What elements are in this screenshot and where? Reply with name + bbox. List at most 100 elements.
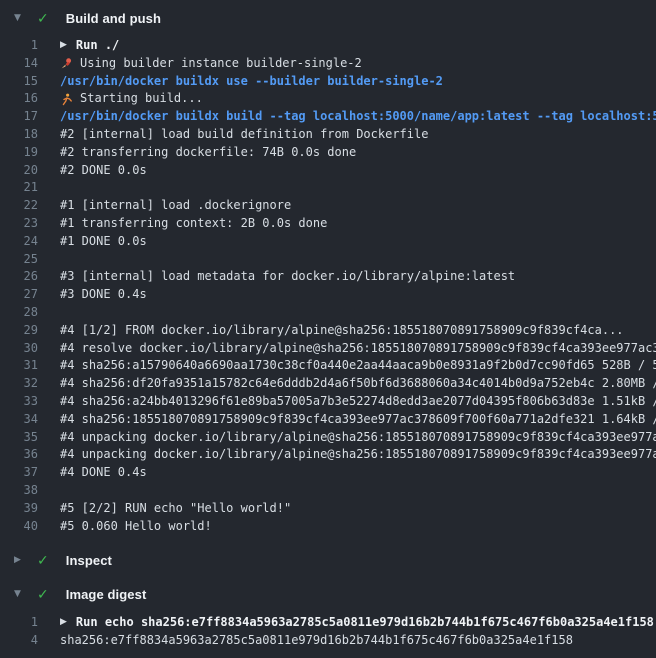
step-header-inspect[interactable]: ▶✓Inspect xyxy=(0,543,656,577)
check-success-icon: ✓ xyxy=(37,11,49,25)
log-line: 31 #4 sha256:a15790640a6690aa1730c38cf0a4… xyxy=(0,357,656,375)
log-text-content: #4 sha256:a15790640a6690aa1730c38cf0a440… xyxy=(60,357,656,375)
log-text: Using builder instance builder-single-2 xyxy=(60,55,362,73)
line-number[interactable]: 1 xyxy=(0,614,38,632)
log-text-content: #2 [internal] load build definition from… xyxy=(60,126,428,144)
log-line: 4 sha256:e7ff8834a5963a2785c5a0811e979d16… xyxy=(0,632,656,650)
line-number[interactable]: 35 xyxy=(0,429,38,447)
log-text: #3 [internal] load metadata for docker.i… xyxy=(60,268,515,286)
expand-arrow-icon[interactable]: ▶ xyxy=(60,614,67,632)
log-text-content: #4 sha256:a24bb4013296f61e89ba57005a7b3e… xyxy=(60,393,656,411)
line-number[interactable]: 25 xyxy=(0,251,38,269)
log-line: 21 xyxy=(0,179,656,197)
log-text: #2 DONE 0.0s xyxy=(60,162,147,180)
log-text-content: #4 unpacking docker.io/library/alpine@sh… xyxy=(60,429,656,447)
log-text-content: #5 0.060 Hello world! xyxy=(60,518,212,536)
step-title: Build and push xyxy=(66,11,161,26)
log-line: 1 ▶ Run ./ xyxy=(0,37,656,55)
chevron-right-icon[interactable]: ▶ xyxy=(14,556,28,565)
pushpin-icon xyxy=(60,57,73,70)
line-number[interactable]: 26 xyxy=(0,268,38,286)
line-number[interactable]: 23 xyxy=(0,215,38,233)
line-number[interactable]: 29 xyxy=(0,322,38,340)
line-number[interactable]: 31 xyxy=(0,357,38,375)
line-number[interactable]: 1 xyxy=(0,37,38,55)
log-text: /usr/bin/docker buildx build --tag local… xyxy=(60,108,656,126)
line-number[interactable]: 32 xyxy=(0,375,38,393)
line-number[interactable]: 39 xyxy=(0,500,38,518)
log-line: 24 #1 DONE 0.0s xyxy=(0,233,656,251)
log-text-content: #2 transferring dockerfile: 74B 0.0s don… xyxy=(60,144,356,162)
line-number[interactable]: 40 xyxy=(0,518,38,536)
log-line: 15/usr/bin/docker buildx use --builder b… xyxy=(0,73,656,91)
log-text-content: #4 unpacking docker.io/library/alpine@sh… xyxy=(60,446,656,464)
chevron-down-icon[interactable]: ▼ xyxy=(14,14,28,23)
log-text-content: #4 DONE 0.4s xyxy=(60,464,147,482)
workflow-log-panel: ▼✓Build and push1▶Run ./14Using builder … xyxy=(0,0,656,650)
log-text: #1 DONE 0.0s xyxy=(60,233,147,251)
line-number[interactable]: 20 xyxy=(0,162,38,180)
line-number[interactable]: 28 xyxy=(0,304,38,322)
expand-arrow-icon[interactable]: ▶ xyxy=(60,37,67,55)
log-text: #4 [1/2] FROM docker.io/library/alpine@s… xyxy=(60,322,624,340)
check-success-icon: ✓ xyxy=(37,587,49,601)
log-text: Starting build... xyxy=(60,90,203,108)
log-text: #5 [2/2] RUN echo "Hello world!" xyxy=(60,500,291,518)
line-number[interactable]: 27 xyxy=(0,286,38,304)
line-number[interactable]: 30 xyxy=(0,340,38,358)
check-success-icon: ✓ xyxy=(37,553,49,567)
log-line: 25 xyxy=(0,251,656,269)
line-number[interactable]: 16 xyxy=(0,90,38,108)
log-line: 23#1 transferring context: 2B 0.0s done xyxy=(0,215,656,233)
log-line: 19 #2 transferring dockerfile: 74B 0.0s d… xyxy=(0,144,656,162)
chevron-down-icon[interactable]: ▼ xyxy=(14,590,28,599)
log-line: 1 ▶Run echo sha256:e7ff8834a5963a2785c5a0… xyxy=(0,614,656,632)
log-text-content: #3 [internal] load metadata for docker.i… xyxy=(60,268,515,286)
log-text: #4 DONE 0.4s xyxy=(60,464,147,482)
log-text: #4 sha256:a15790640a6690aa1730c38cf0a440… xyxy=(60,357,656,375)
line-number[interactable]: 19 xyxy=(0,144,38,162)
log-text-content: Run ./ xyxy=(76,37,119,55)
log-line: 22 #1 [internal] load .dockerignore xyxy=(0,197,656,215)
log-text: ▶Run echo sha256:e7ff8834a5963a2785c5a08… xyxy=(60,614,654,632)
log-line: 37 #4 DONE 0.4s xyxy=(0,464,656,482)
line-number[interactable]: 15 xyxy=(0,73,38,91)
log-text-content: #1 [internal] load .dockerignore xyxy=(60,197,291,215)
log-text-content: #3 DONE 0.4s xyxy=(60,286,147,304)
line-number[interactable]: 24 xyxy=(0,233,38,251)
line-number[interactable]: 4 xyxy=(0,632,38,650)
line-number[interactable]: 22 xyxy=(0,197,38,215)
line-number[interactable]: 37 xyxy=(0,464,38,482)
line-number[interactable]: 18 xyxy=(0,126,38,144)
log-line: 18 #2 [internal] load build definition fr… xyxy=(0,126,656,144)
line-number[interactable]: 21 xyxy=(0,179,38,197)
log-text: #4 sha256:a24bb4013296f61e89ba57005a7b3e… xyxy=(60,393,656,411)
log-line: 36 #4 unpacking docker.io/library/alpine@… xyxy=(0,446,656,464)
step-header-image-digest[interactable]: ▼✓Image digest xyxy=(0,577,656,611)
log-text: /usr/bin/docker buildx use --builder bui… xyxy=(60,73,443,91)
line-number[interactable]: 14 xyxy=(0,55,38,73)
log-text-content: #1 DONE 0.0s xyxy=(60,233,147,251)
log-text: #4 sha256:185518070891758909c9f839cf4ca3… xyxy=(60,411,656,429)
log-text: ▶ Run ./ xyxy=(60,37,119,55)
log-text-content: #4 sha256:185518070891758909c9f839cf4ca3… xyxy=(60,411,656,429)
log-line: 20 #2 DONE 0.0s xyxy=(0,162,656,180)
log-line: 29 #4 [1/2] FROM docker.io/library/alpine… xyxy=(0,322,656,340)
log-line: 14 Using builder instance builder-single-… xyxy=(0,55,656,73)
step-header-build-and-push[interactable]: ▼ ✓ Build and push xyxy=(0,1,656,35)
log-text: #2 [internal] load build definition from… xyxy=(60,126,428,144)
runner-icon xyxy=(60,93,73,106)
line-number[interactable]: 17 xyxy=(0,108,38,126)
log-text-content: sha256:e7ff8834a5963a2785c5a0811e979d16b… xyxy=(60,632,573,650)
log-line: 28 xyxy=(0,304,656,322)
log-text-content: Using builder instance builder-single-2 xyxy=(80,55,362,73)
log-line: 35 #4 unpacking docker.io/library/alpine@… xyxy=(0,429,656,447)
log-text-content: #4 [1/2] FROM docker.io/library/alpine@s… xyxy=(60,322,624,340)
step-log-lines: 1 ▶ Run ./ 14 Using builder instance builder… xyxy=(0,37,656,535)
log-line: 39 #5 [2/2] RUN echo "Hello world!" xyxy=(0,500,656,518)
line-number[interactable]: 38 xyxy=(0,482,38,500)
log-text-content: #4 resolve docker.io/library/alpine@sha2… xyxy=(60,340,656,358)
line-number[interactable]: 36 xyxy=(0,446,38,464)
line-number[interactable]: 34 xyxy=(0,411,38,429)
line-number[interactable]: 33 xyxy=(0,393,38,411)
